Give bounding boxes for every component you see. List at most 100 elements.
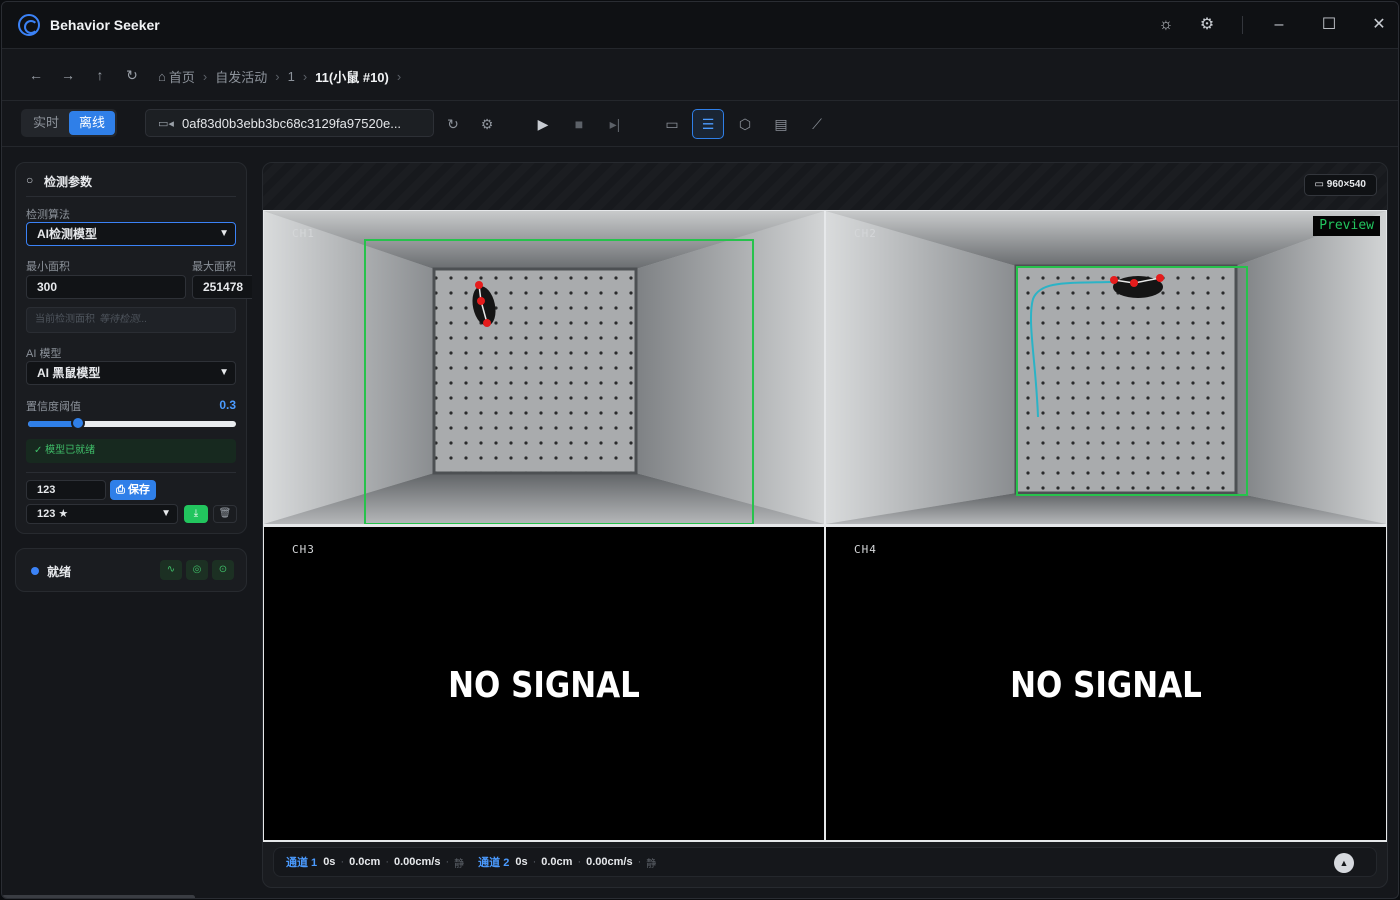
channel-grid: CH1 CH2 Preview CH3 NO SIGNAL CH4 NO SIG… — [263, 210, 1387, 842]
resolution-value: 960×540 — [1326, 179, 1366, 190]
breadcrumb-group[interactable]: 1 — [288, 69, 295, 84]
maximize-icon[interactable]: ☐ — [1319, 15, 1339, 35]
back-icon[interactable]: ← — [27, 66, 45, 84]
preset-select[interactable]: 123 ★ ▼ — [26, 504, 178, 524]
app-window: Behavior Seeker ☼ ⚙ – ☐ ✕ ← → ↑ ↻ ⌂ 首页 ›… — [1, 1, 1399, 899]
chevron-down-icon: ▼ — [219, 367, 229, 378]
channel-4-no-signal: NO SIGNAL — [1010, 665, 1202, 706]
stats-ch1-time: 0s — [323, 856, 336, 868]
stats-separator: · — [577, 856, 582, 868]
max-area-label: 最大面积 — [192, 261, 236, 273]
video-source-selector[interactable]: ▭◂ 0af83d0b3ebb3bc68c3129fa97520e... — [145, 109, 434, 137]
detection-params-icon[interactable]: ☰ — [692, 109, 724, 139]
current-area-placeholder: 等待检测... — [99, 314, 148, 325]
play-icon[interactable]: ▶ — [533, 114, 553, 134]
stats-separator: · — [340, 856, 345, 868]
close-icon[interactable]: ✕ — [1369, 15, 1389, 35]
chart-line-icon[interactable]: ⟋ — [807, 114, 827, 134]
confidence-slider-handle[interactable] — [70, 416, 85, 430]
chevron-down-icon: ▼ — [161, 508, 171, 519]
mode-offline-button[interactable]: 离线 — [69, 111, 116, 135]
stats-ch2-time: 0s — [515, 856, 528, 868]
channel-1-view[interactable]: CH1 — [264, 211, 824, 524]
activity-pulse-icon[interactable]: ∿ — [160, 560, 182, 580]
step-forward-icon[interactable]: ▸| — [605, 114, 625, 134]
min-area-label: 最小面积 — [26, 261, 70, 273]
home-icon[interactable]: ⌂ — [158, 69, 166, 84]
channel-2-label: CH2 — [854, 227, 877, 240]
up-icon[interactable]: ↑ — [91, 66, 109, 84]
stats-separator: · — [637, 856, 642, 868]
stats-ch2-distance: 0.0cm — [541, 856, 573, 868]
refresh-icon[interactable]: ↻ — [123, 66, 141, 84]
camera-icon: ▭◂ — [158, 117, 174, 130]
video-source-id: 0af83d0b3ebb3bc68c3129fa97520e... — [182, 115, 402, 131]
stats-ch2-state: 静 — [646, 858, 657, 870]
status-card: 就绪 ∿ ◎ ⊙ — [15, 548, 247, 592]
theme-sun-icon[interactable]: ☼ — [1156, 15, 1176, 35]
trash-icon[interactable]: 🗑 — [213, 505, 237, 523]
target-icon[interactable]: ◎ — [186, 560, 208, 580]
monitor-icon: ▭ — [1314, 179, 1324, 190]
channel-1-arena — [264, 211, 824, 524]
model-select-value: AI 黑鼠模型 — [37, 366, 101, 380]
stats-ch2-speed: 0.00cm/s — [586, 856, 633, 868]
breadcrumb-home[interactable]: 首页 — [169, 67, 195, 86]
channel-3-label: CH3 — [292, 543, 315, 556]
title-bar: Behavior Seeker ☼ ⚙ – ☐ ✕ — [2, 2, 1398, 49]
model-select[interactable]: AI 黑鼠模型 ▼ — [26, 361, 236, 385]
channel-4-view[interactable]: CH4 NO SIGNAL — [826, 527, 1386, 840]
check-circle-icon[interactable]: ⊙ — [212, 560, 234, 580]
channel-2-view[interactable]: CH2 Preview — [826, 211, 1386, 524]
source-settings-icon[interactable]: ⚙ — [477, 114, 497, 134]
detection-params-panel: ○ 检测参数 检测算法 AI检测模型 ▼ 最小面积 最大面积 300 25147… — [15, 162, 252, 534]
max-area-input[interactable]: 251478 — [192, 275, 252, 299]
algo-select-value: AI检测模型 — [37, 227, 98, 241]
channel-2-arena — [826, 211, 1386, 524]
horizontal-scrollbar[interactable] — [2, 895, 195, 898]
preview-badge: Preview — [1313, 216, 1380, 236]
chevron-down-icon: ▼ — [219, 228, 229, 239]
resolution-badge: ▭ 960×540 — [1303, 174, 1377, 196]
min-area-input[interactable]: 300 — [26, 275, 186, 299]
download-icon[interactable]: ⤓ — [184, 505, 208, 523]
save-preset-label: 保存 — [127, 484, 150, 496]
report-document-icon[interactable]: ▤ — [771, 114, 791, 134]
expand-up-icon[interactable]: ▲ — [1334, 853, 1354, 873]
breadcrumb: ⌂ 首页 › 自发活动 › 1 › 11(小鼠 #10) › — [158, 67, 409, 86]
panel-title: 检测参数 — [44, 175, 93, 189]
breadcrumb-separator: › — [396, 69, 402, 84]
panel-divider — [26, 472, 236, 473]
toolbar: 实时 离线 ▭◂ 0af83d0b3ebb3bc68c3129fa97520e.… — [2, 101, 1398, 147]
ruler-icon[interactable]: ▭ — [662, 114, 682, 134]
settings-gear-icon[interactable]: ⚙ — [1197, 15, 1217, 35]
stop-icon[interactable]: ■ — [569, 114, 589, 134]
current-area-field: 当前检测面积 等待检测... — [26, 307, 236, 333]
preset-name-input[interactable]: 123 — [26, 480, 106, 500]
search-icon: ○ — [26, 173, 34, 187]
zone-polygon-icon[interactable]: ⬡ — [735, 114, 755, 134]
app-title: Behavior Seeker — [50, 17, 160, 33]
status-text: 就绪 — [47, 565, 72, 579]
confidence-slider[interactable] — [28, 416, 236, 430]
mode-realtime-button[interactable]: 实时 — [23, 111, 69, 135]
forward-icon[interactable]: → — [59, 66, 77, 84]
minimize-icon[interactable]: – — [1269, 15, 1289, 35]
stats-ch1-label: 通道 1 — [286, 857, 318, 869]
tracking-stats-bar: 通道 1 0s · 0.0cm · 0.00cm/s · 静 通道 2 0s ·… — [273, 847, 1377, 877]
status-indicator — [31, 567, 39, 575]
reload-source-icon[interactable]: ↻ — [443, 114, 463, 134]
model-label: AI 模型 — [26, 348, 62, 360]
video-header: ▭ 960×540 — [263, 163, 1387, 210]
channel-3-view[interactable]: CH3 NO SIGNAL — [264, 527, 824, 840]
stats-separator: · — [532, 856, 537, 868]
breadcrumb-separator: › — [302, 69, 308, 84]
video-area: ▭ 960×540 CH1 CH2 Preview CH3 NO SIGNAL … — [262, 162, 1388, 888]
save-preset-button[interactable]: ⎙ 保存 — [110, 480, 156, 500]
app-logo-icon — [18, 14, 40, 36]
channel-3-no-signal: NO SIGNAL — [448, 665, 640, 706]
stats-ch1-state: 静 — [454, 858, 465, 870]
stats-separator: · — [385, 856, 389, 868]
algo-select[interactable]: AI检测模型 ▼ — [26, 222, 236, 246]
breadcrumb-activity[interactable]: 自发活动 — [215, 67, 267, 86]
